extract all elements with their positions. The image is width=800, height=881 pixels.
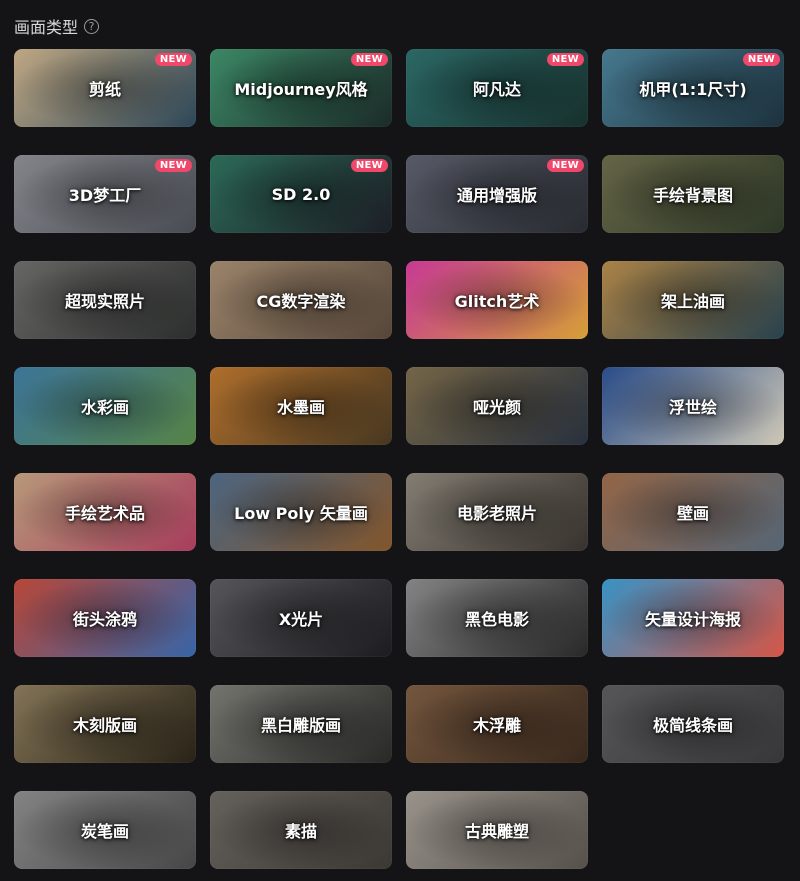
style-card-label: 街头涂鸦	[72, 610, 137, 629]
style-card[interactable]: Midjourney风格 NEW	[210, 49, 392, 127]
style-card[interactable]: Low Poly 矢量画	[210, 473, 392, 551]
style-card[interactable]: X光片	[210, 579, 392, 657]
style-card-label: 炭笔画	[80, 822, 129, 841]
style-card[interactable]: 架上油画	[602, 261, 784, 339]
style-card-label: Low Poly 矢量画	[234, 504, 368, 523]
style-card[interactable]: 浮世绘	[602, 367, 784, 445]
style-grid: 剪纸 NEW Midjourney风格 NEW 阿凡达 NEW 机甲(1:1尺寸) NEW 3D…	[14, 49, 784, 869]
style-card[interactable]: 古典雕塑	[406, 791, 588, 869]
style-card[interactable]: Glitch艺术	[406, 261, 588, 339]
style-card-label: Midjourney风格	[234, 80, 368, 99]
style-card-label: 水彩画	[80, 398, 129, 417]
style-card-label: 木刻版画	[72, 716, 137, 735]
new-badge: NEW	[154, 159, 192, 172]
style-card[interactable]: 3D梦工厂 NEW	[14, 155, 196, 233]
style-card[interactable]: 阿凡达 NEW	[406, 49, 588, 127]
new-badge: NEW	[350, 159, 388, 172]
new-badge: NEW	[154, 53, 192, 66]
style-card[interactable]: 黑白雕版画	[210, 685, 392, 763]
style-card-label: 木浮雕	[472, 716, 521, 735]
style-card[interactable]: 电影老照片	[406, 473, 588, 551]
style-card-label: 手绘背景图	[652, 186, 733, 205]
style-card[interactable]: 超现实照片	[14, 261, 196, 339]
style-card-label: 古典雕塑	[464, 822, 529, 841]
style-card-label: 3D梦工厂	[68, 186, 142, 205]
style-card[interactable]: CG数字渲染	[210, 261, 392, 339]
style-card[interactable]: 极简线条画	[602, 685, 784, 763]
style-card-label: SD 2.0	[271, 184, 331, 204]
style-card-label: 浮世绘	[668, 398, 717, 417]
style-card-label: 手绘艺术品	[64, 504, 145, 523]
style-card[interactable]: 通用增强版 NEW	[406, 155, 588, 233]
style-card[interactable]: 矢量设计海报	[602, 579, 784, 657]
style-card[interactable]: 水彩画	[14, 367, 196, 445]
style-card-label: 阿凡达	[472, 80, 521, 99]
style-card[interactable]: 机甲(1:1尺寸) NEW	[602, 49, 784, 127]
style-card-label: Glitch艺术	[454, 292, 540, 311]
style-card-label: 矢量设计海报	[644, 610, 741, 629]
style-card-label: CG数字渲染	[256, 292, 346, 311]
style-card-label: 黑色电影	[464, 610, 529, 629]
style-card[interactable]: 水墨画	[210, 367, 392, 445]
style-card-label: X光片	[278, 610, 324, 629]
style-card[interactable]: 街头涂鸦	[14, 579, 196, 657]
new-badge: NEW	[546, 159, 584, 172]
style-card[interactable]: 黑色电影	[406, 579, 588, 657]
style-card-label: 架上油画	[660, 292, 725, 311]
question-circle-icon[interactable]: ?	[84, 18, 100, 34]
style-card[interactable]: 素描	[210, 791, 392, 869]
style-card-label: 哑光颜	[472, 398, 521, 417]
style-card-label: 极简线条画	[652, 716, 733, 735]
style-card-label: 素描	[284, 822, 317, 841]
style-card[interactable]: 木刻版画	[14, 685, 196, 763]
style-card-label: 电影老照片	[456, 504, 537, 523]
style-card-label: 机甲(1:1尺寸)	[639, 80, 747, 99]
style-card-label: 黑白雕版画	[260, 716, 341, 735]
style-card[interactable]: 哑光颜	[406, 367, 588, 445]
section-header: 画面类型 ?	[14, 14, 100, 38]
style-card[interactable]: 炭笔画	[14, 791, 196, 869]
style-card-label: 剪纸	[88, 80, 121, 99]
style-card[interactable]: 壁画	[602, 473, 784, 551]
style-card-label: 水墨画	[276, 398, 325, 417]
style-card[interactable]: 手绘艺术品	[14, 473, 196, 551]
section-title: 画面类型	[14, 18, 79, 37]
style-card-label: 壁画	[676, 504, 709, 523]
style-card[interactable]: 剪纸 NEW	[14, 49, 196, 127]
new-badge: NEW	[350, 53, 388, 66]
style-card-label: 通用增强版	[456, 186, 537, 205]
new-badge: NEW	[546, 53, 584, 66]
style-card-label: 超现实照片	[64, 292, 145, 311]
style-card[interactable]: 手绘背景图	[602, 155, 784, 233]
new-badge: NEW	[742, 53, 780, 66]
style-card[interactable]: SD 2.0 NEW	[210, 155, 392, 233]
style-card[interactable]: 木浮雕	[406, 685, 588, 763]
